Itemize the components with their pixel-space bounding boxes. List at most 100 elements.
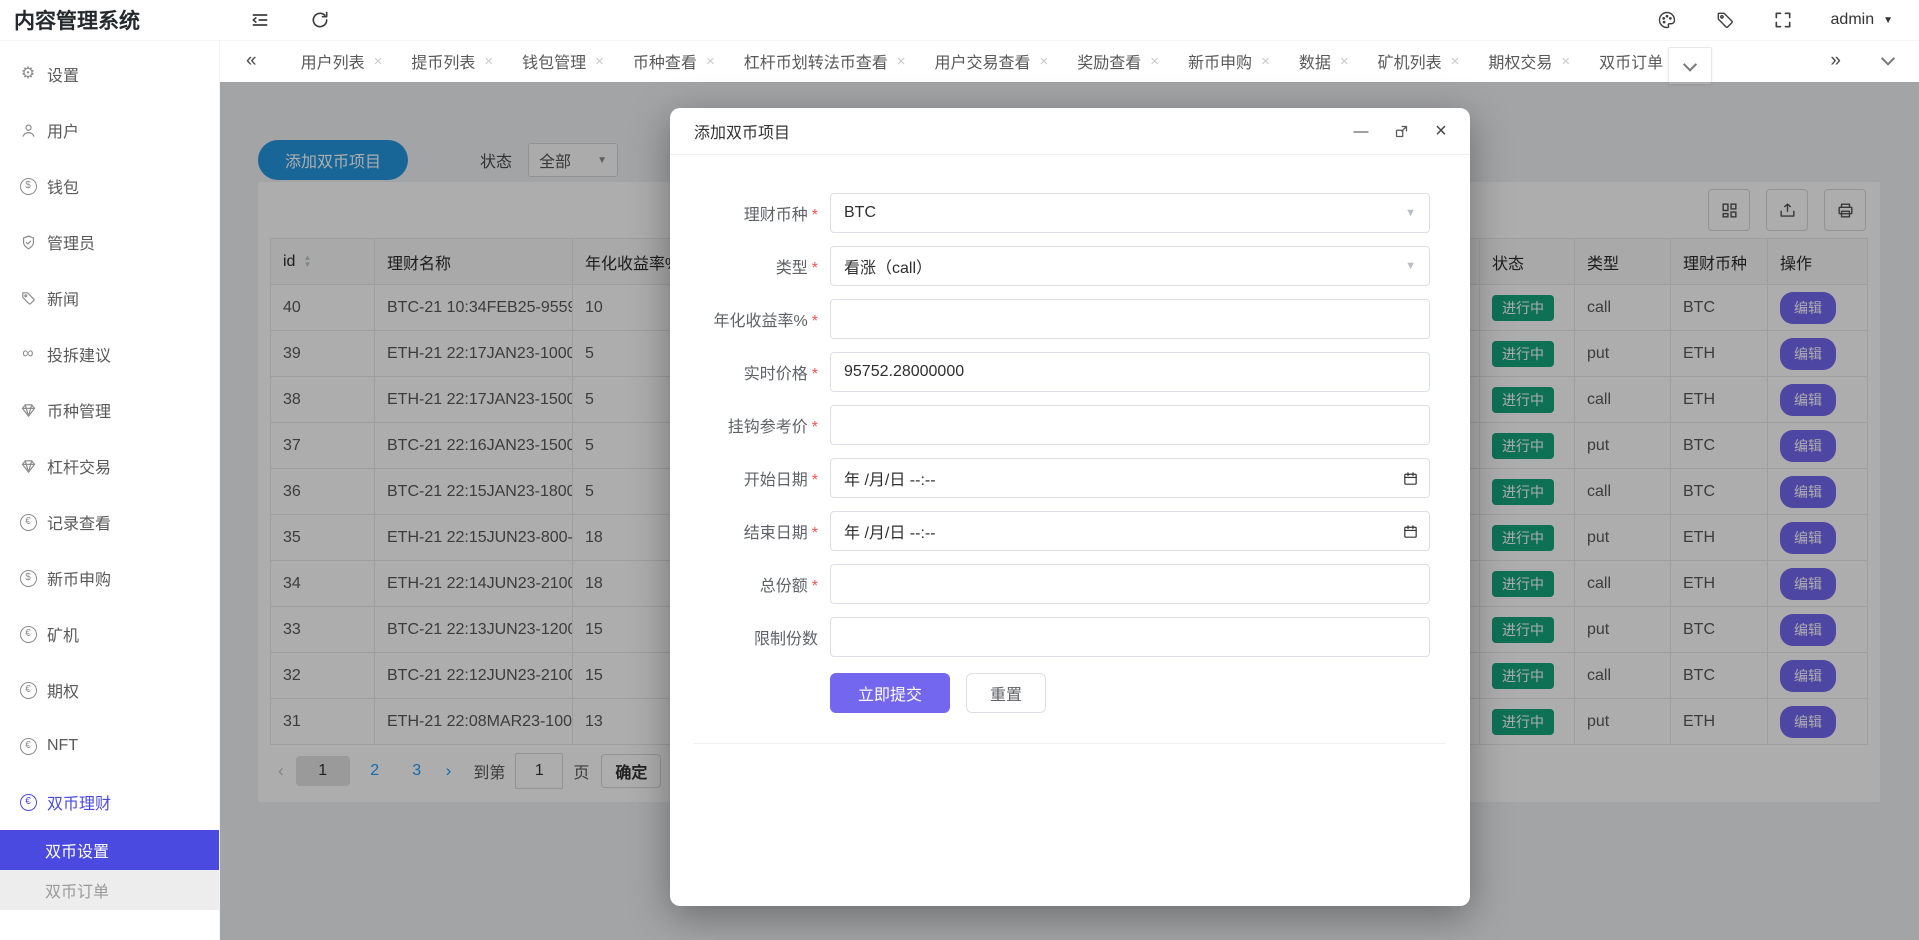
sidebar-item-设置[interactable]: ⚙ 设置 (0, 46, 219, 102)
sidebar-item-新币申购[interactable]: $ 新币申购 (0, 550, 219, 606)
tab-双币订单[interactable]: 双币订单 (1599, 42, 1713, 85)
sidebar-item-期权[interactable]: € 期权 (0, 662, 219, 718)
field-input-开始日期[interactable]: 年 /月/日 --:-- (830, 458, 1430, 498)
form-field: 实时价格 * 95752.28000000 (670, 352, 1470, 392)
tab-用户交易查看[interactable]: 用户交易查看 × (934, 49, 1048, 73)
sidebar-item-label: 矿机 (47, 628, 80, 645)
sidebar-item-label: 币种管理 (47, 404, 112, 421)
field-input-结束日期[interactable]: 年 /月/日 --:-- (830, 511, 1430, 551)
submit-button[interactable]: 立即提交 (830, 673, 951, 713)
sidebar-subitem-双币订单[interactable]: 双币订单 (0, 870, 219, 910)
tab-币种查看[interactable]: 币种查看 × (633, 49, 715, 73)
calendar-icon[interactable] (1402, 470, 1419, 487)
field-label: 限制份数 (753, 631, 818, 648)
close-tab-icon[interactable]: × (1340, 53, 1349, 70)
user-name: admin (1830, 11, 1875, 28)
tab-矿机列表[interactable]: 矿机列表 × (1378, 49, 1460, 73)
palette-icon[interactable] (1657, 10, 1677, 30)
tab-dropdown-button[interactable] (1668, 47, 1713, 85)
modal-title: 添加双币项目 (694, 125, 791, 142)
sidebar-item-用户[interactable]: 用户 (0, 102, 219, 158)
sidebar-item-记录查看[interactable]: € 记录查看 (0, 494, 219, 550)
field-input-实时价格[interactable]: 95752.28000000 (830, 352, 1430, 392)
refresh-icon[interactable] (310, 10, 330, 30)
required-asterisk: * (811, 472, 818, 489)
field-input-年化收益率%[interactable] (830, 299, 1430, 339)
sidebar-item-NFT[interactable]: € NFT (0, 718, 219, 774)
tab-奖励查看[interactable]: 奖励查看 × (1077, 49, 1159, 73)
field-input-总份额[interactable] (830, 564, 1430, 604)
euro-circle-icon: € (18, 513, 38, 531)
close-tab-icon[interactable]: × (897, 53, 906, 70)
top-header: 内容管理系统 admin ▼ (0, 0, 1919, 40)
sidebar-item-钱包[interactable]: $ 钱包 (0, 158, 219, 214)
close-tab-icon[interactable]: × (1150, 53, 1159, 70)
tag-icon[interactable] (1715, 10, 1735, 30)
euro-circle-icon: € (18, 793, 38, 811)
tab-label: 奖励查看 (1077, 55, 1142, 72)
sidebar-item-矿机[interactable]: € 矿机 (0, 606, 219, 662)
minimize-icon[interactable]: — (1352, 122, 1370, 140)
close-tab-icon[interactable]: × (484, 53, 493, 70)
tab-用户列表[interactable]: 用户列表 × (301, 49, 383, 73)
form-field: 限制份数 (670, 617, 1470, 657)
collapse-menu-icon[interactable] (250, 10, 270, 30)
form-field: 结束日期 * 年 /月/日 --:-- (670, 511, 1470, 551)
form-field: 类型 * 看涨（call） ▼ (670, 246, 1470, 286)
modal-divider (694, 743, 1446, 744)
sidebar-item-双币理财[interactable]: € 双币理财 (0, 774, 219, 830)
sidebar-subitem-双币设置[interactable]: 双币设置 (0, 830, 219, 870)
field-input-理财币种[interactable]: BTC ▼ (830, 193, 1430, 233)
required-asterisk: * (811, 419, 818, 436)
field-input-类型[interactable]: 看涨（call） ▼ (830, 246, 1430, 286)
sidebar-item-管理员[interactable]: 管理员 (0, 214, 219, 270)
field-value: 年 /月/日 --:-- (844, 472, 936, 489)
field-input-限制份数[interactable] (830, 617, 1430, 657)
close-tab-icon[interactable]: × (374, 53, 383, 70)
field-label: 挂钩参考价 * (727, 419, 818, 436)
modal-header: 添加双币项目 — × (670, 108, 1470, 155)
tabs-scroll-left-icon[interactable]: « (246, 50, 257, 72)
dollar-circle-icon: $ (18, 177, 38, 195)
fullscreen-icon[interactable] (1773, 10, 1793, 30)
tab-期权交易[interactable]: 期权交易 × (1488, 49, 1570, 73)
required-asterisk: * (811, 525, 818, 542)
field-value: 95752.28000000 (844, 363, 965, 380)
tab-钱包管理[interactable]: 钱包管理 × (522, 49, 604, 73)
sidebar-item-币种管理[interactable]: 币种管理 (0, 382, 219, 438)
calendar-icon[interactable] (1402, 523, 1419, 540)
close-tab-icon[interactable]: × (595, 53, 604, 70)
euro-circle-icon: € (18, 625, 38, 643)
close-icon[interactable]: × (1432, 120, 1450, 142)
tab-提币列表[interactable]: 提币列表 × (411, 49, 493, 73)
tab-数据[interactable]: 数据 × (1299, 49, 1349, 73)
close-tab-icon[interactable]: × (1561, 53, 1570, 70)
form-field: 总份额 * (670, 564, 1470, 604)
sidebar-item-新闻[interactable]: 新闻 (0, 270, 219, 326)
chevron-down-icon: ▼ (1405, 260, 1416, 272)
close-tab-icon[interactable]: × (1261, 53, 1270, 70)
sidebar-item-投拆建议[interactable]: ∞ 投拆建议 (0, 326, 219, 382)
tab-label: 新币申购 (1188, 55, 1253, 72)
maximize-icon[interactable] (1392, 122, 1410, 140)
reset-button[interactable]: 重置 (966, 673, 1047, 713)
app-title: 内容管理系统 (14, 10, 140, 33)
tab-新币申购[interactable]: 新币申购 × (1188, 49, 1270, 73)
tab-杠杆币划转法币查看[interactable]: 杠杆币划转法币查看 × (744, 49, 906, 73)
form-field: 年化收益率% * (670, 299, 1470, 339)
user-icon (18, 122, 38, 139)
caret-down-icon: ▼ (1883, 14, 1893, 26)
field-input-挂钩参考价[interactable] (830, 405, 1430, 445)
user-menu[interactable]: admin ▼ (1831, 11, 1893, 29)
field-label: 总份额 * (759, 578, 818, 595)
tab-label: 杠杆币划转法币查看 (743, 55, 888, 72)
close-tab-icon[interactable]: × (1040, 53, 1049, 70)
tabs-scroll-right-icon[interactable]: » (1830, 50, 1841, 72)
tabs-collapse-icon[interactable] (1880, 51, 1896, 70)
close-tab-icon[interactable]: × (706, 53, 715, 70)
tab-label: 用户交易查看 (934, 55, 1031, 72)
tab-label: 提币列表 (411, 55, 476, 72)
close-tab-icon[interactable]: × (1451, 53, 1460, 70)
sidebar-item-杠杆交易[interactable]: 杠杆交易 (0, 438, 219, 494)
app-root: 内容管理系统 admin ▼ ⚙ 设置 用户 $ 钱包 管理员 新闻 ∞ 投拆建… (0, 0, 1919, 940)
